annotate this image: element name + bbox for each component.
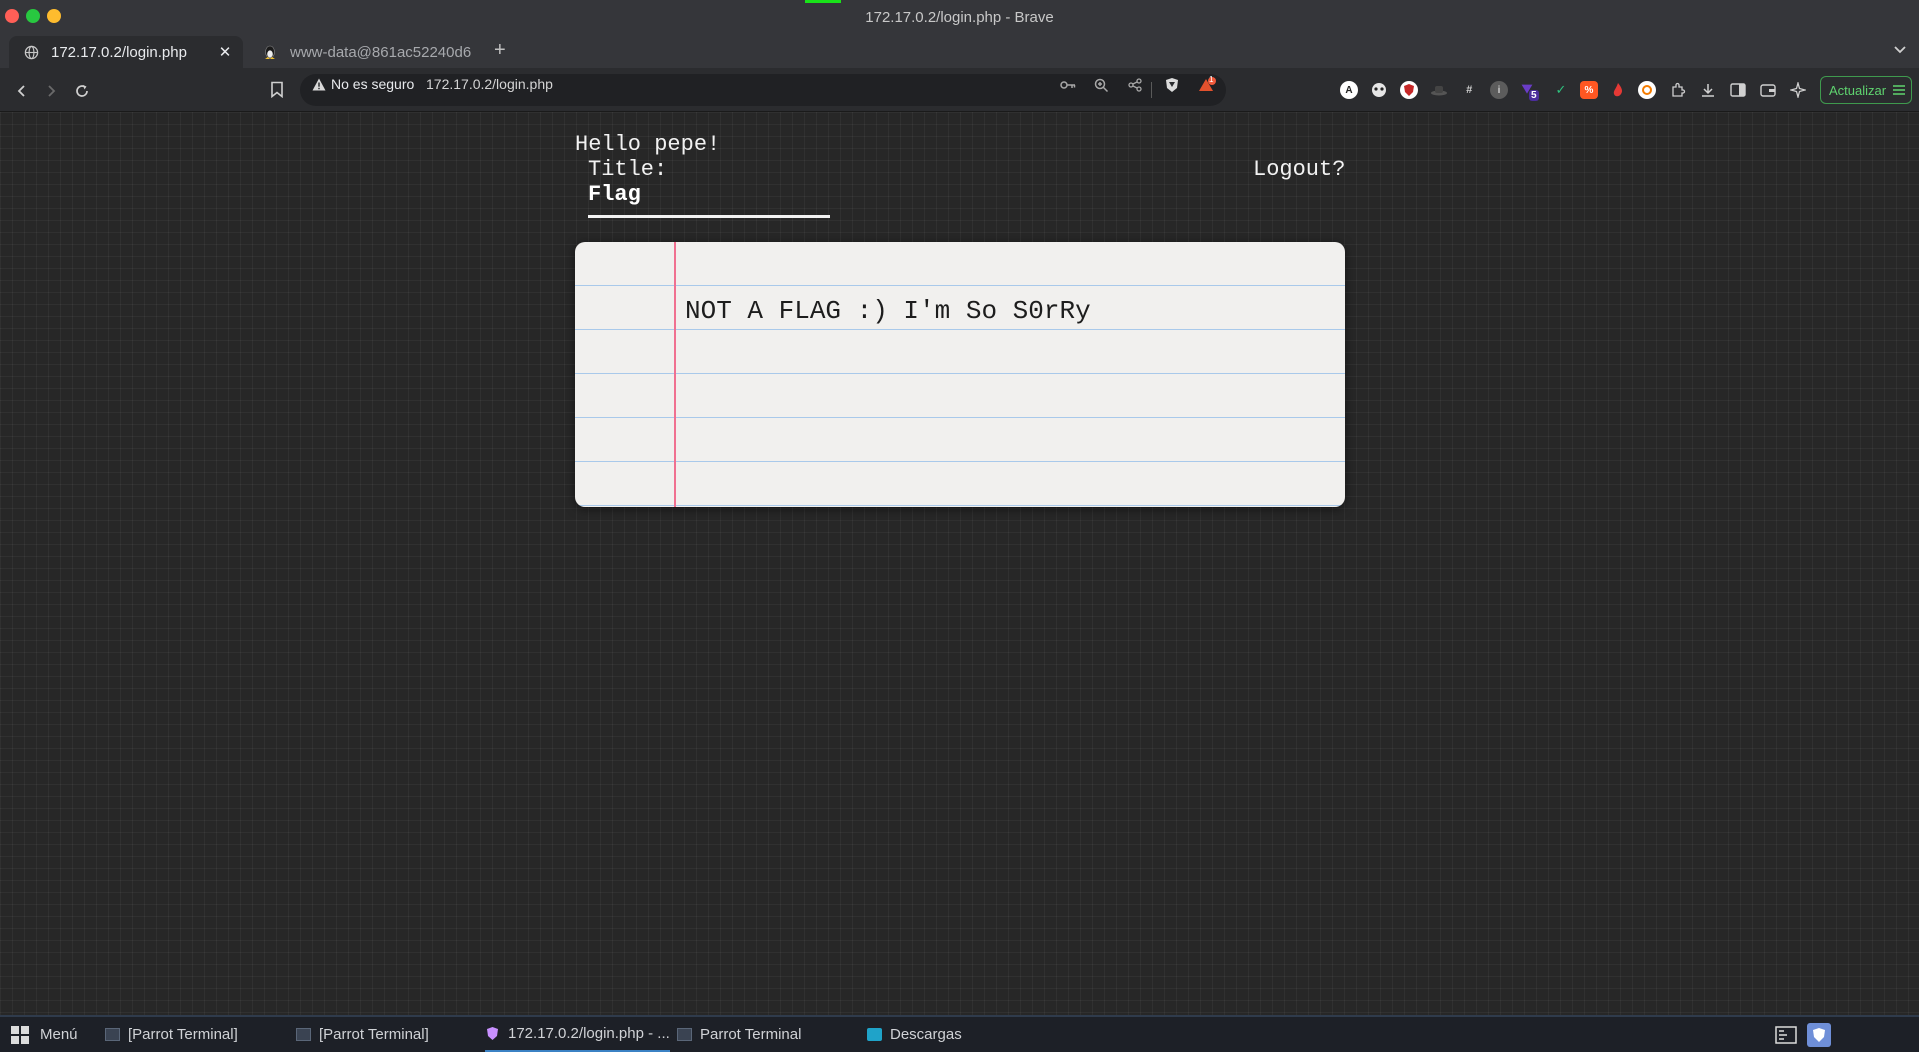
info-extension-icon[interactable]: i xyxy=(1490,81,1508,99)
page-viewport: Hello pepe! Title: Flag Logout? NOT A FL… xyxy=(0,112,1919,1015)
tab-label: 172.17.0.2/login.php xyxy=(51,43,187,61)
taskbar-item-downloads[interactable]: Descargas xyxy=(867,1017,1047,1052)
taskbar-item-label: [Parrot Terminal] xyxy=(319,1026,429,1043)
tab-terminal[interactable]: www-data@861ac52240d6 xyxy=(256,36,471,68)
taskbar-item-terminal-1[interactable]: [Parrot Terminal] xyxy=(105,1017,285,1052)
url-text[interactable]: 172.17.0.2/login.php xyxy=(426,76,553,92)
brave-tray-icon[interactable] xyxy=(1807,1023,1831,1047)
folder-icon xyxy=(867,1028,882,1041)
brave-shields-icon[interactable] xyxy=(1163,76,1181,94)
taskbar-item-label: Parrot Terminal xyxy=(700,1026,802,1043)
wappalyzer-extension-icon[interactable]: 5 xyxy=(1518,81,1539,101)
logout-link[interactable]: Logout? xyxy=(1253,157,1345,182)
xss-extension-icon[interactable]: # xyxy=(1460,81,1478,99)
tab-label: www-data@861ac52240d6 xyxy=(290,43,471,61)
taskbar-item-terminal-2[interactable]: [Parrot Terminal] xyxy=(296,1017,476,1052)
note-content: NOT A FLAG :) I'm So S0rRy xyxy=(685,296,1091,326)
terminal-icon xyxy=(677,1028,692,1041)
title-value[interactable]: Flag xyxy=(588,182,641,207)
leo-ai-icon[interactable] xyxy=(1789,81,1807,99)
back-button[interactable] xyxy=(12,81,32,101)
download-icon[interactable] xyxy=(1699,81,1717,99)
forward-arrow-icon xyxy=(48,85,56,97)
penguin-icon xyxy=(262,44,278,60)
security-indicator[interactable]: No es seguro xyxy=(312,76,414,92)
window-titlebar: 172.17.0.2/login.php - Brave xyxy=(0,0,1919,34)
menu-label: Menú xyxy=(40,1026,78,1043)
paper-margin-line xyxy=(674,242,676,507)
terminal-icon xyxy=(105,1028,120,1041)
check-extension-icon[interactable]: ✓ xyxy=(1552,81,1570,99)
ublock-shield-icon[interactable] xyxy=(1400,81,1418,99)
window-title: 172.17.0.2/login.php - Brave xyxy=(865,9,1054,26)
a-extension-icon[interactable]: A xyxy=(1340,81,1358,99)
close-tab-icon[interactable]: ✕ xyxy=(215,43,235,61)
taskbar-item-terminal-3[interactable]: Parrot Terminal xyxy=(677,1017,857,1052)
bookmark-icon[interactable] xyxy=(270,81,284,103)
taskbar-item-label: [Parrot Terminal] xyxy=(128,1026,238,1043)
ext-badge: 5 xyxy=(1529,90,1539,101)
security-label: No es seguro xyxy=(331,76,415,92)
update-button[interactable]: Actualizar xyxy=(1820,76,1912,104)
tab-strip: 172.17.0.2/login.php ✕ www-data@861ac522… xyxy=(0,34,1919,68)
title-underline xyxy=(588,215,830,218)
tab-login[interactable]: 172.17.0.2/login.php ✕ xyxy=(9,36,243,68)
brave-lion-icon xyxy=(485,1026,500,1041)
tray-app-icon[interactable] xyxy=(1774,1023,1798,1047)
sidebar-toggle-icon[interactable] xyxy=(1729,81,1747,99)
reload-button[interactable] xyxy=(72,81,92,101)
browser-toolbar: No es seguro 172.17.0.2/login.php 1 A # … xyxy=(0,68,1919,112)
toolbar-divider xyxy=(1151,82,1152,98)
puzzle-icon[interactable] xyxy=(1669,81,1687,99)
hamburger-menu-icon xyxy=(1893,85,1906,95)
mask-extension-icon[interactable] xyxy=(1370,81,1388,99)
zoom-icon[interactable] xyxy=(1092,76,1110,94)
titlebar-accent xyxy=(805,0,841,3)
title-label: Title: xyxy=(588,157,668,182)
chevron-down-icon[interactable] xyxy=(1893,42,1907,61)
burp-extension-icon[interactable]: % xyxy=(1580,81,1598,99)
key-icon[interactable] xyxy=(1059,76,1077,94)
new-tab-button[interactable]: + xyxy=(494,39,506,62)
rewards-badge: 1 xyxy=(1209,75,1214,84)
taskbar-item-brave[interactable]: 172.17.0.2/login.php - ... xyxy=(485,1017,670,1052)
warning-icon xyxy=(312,78,326,90)
share-icon[interactable] xyxy=(1126,76,1144,94)
wallet-icon[interactable] xyxy=(1759,81,1777,99)
fire-extension-icon[interactable] xyxy=(1609,81,1627,99)
update-label: Actualizar xyxy=(1829,82,1887,98)
taskbar-item-label: Descargas xyxy=(890,1026,962,1043)
start-menu-button[interactable]: Menú xyxy=(10,1017,78,1052)
reload-icon xyxy=(76,85,88,97)
terminal-icon xyxy=(296,1028,311,1041)
forward-button[interactable] xyxy=(41,81,61,101)
grid-icon xyxy=(11,1025,29,1044)
back-arrow-icon xyxy=(17,85,25,97)
brave-rewards-icon[interactable]: 1 xyxy=(1198,75,1216,94)
globe-icon xyxy=(23,44,39,60)
hat-extension-icon[interactable] xyxy=(1430,81,1448,99)
greeting: Hello pepe! xyxy=(575,132,721,157)
circle-extension-icon[interactable] xyxy=(1638,81,1656,99)
note-paper: NOT A FLAG :) I'm So S0rRy xyxy=(575,242,1345,507)
taskbar-item-label: 172.17.0.2/login.php - ... xyxy=(508,1025,670,1042)
taskbar: Menú [Parrot Terminal] [Parrot Terminal]… xyxy=(0,1015,1919,1052)
